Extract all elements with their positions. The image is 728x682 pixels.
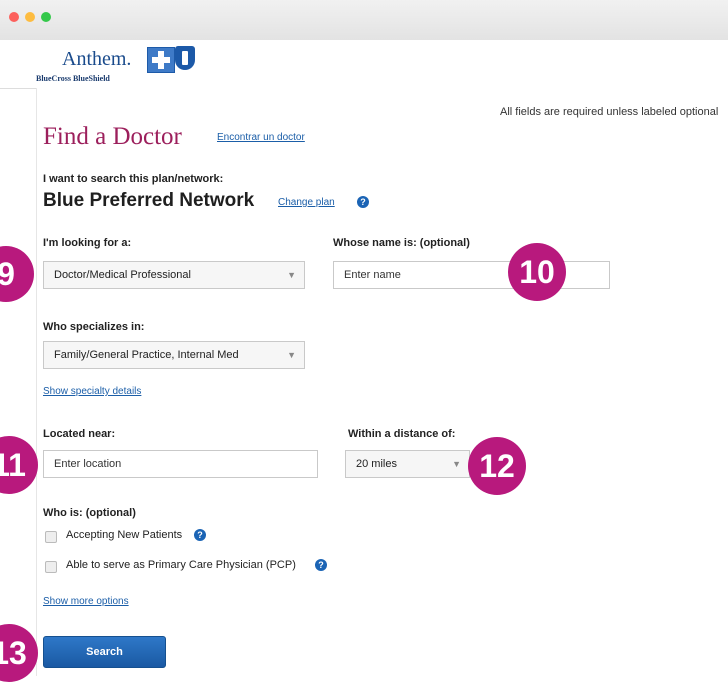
- window-titlebar: [0, 0, 728, 41]
- help-icon[interactable]: ?: [315, 559, 327, 571]
- show-more-options-link[interactable]: Show more options: [43, 596, 129, 607]
- brand-name: Anthem.: [62, 48, 132, 70]
- distance-label: Within a distance of:: [348, 428, 456, 440]
- location-label: Located near:: [43, 428, 116, 440]
- search-button[interactable]: Search: [43, 636, 166, 668]
- show-specialty-details-link[interactable]: Show specialty details: [43, 386, 141, 397]
- step-badge-12: 12: [468, 437, 526, 495]
- chevron-down-icon: ▼: [452, 459, 461, 469]
- plan-label: I want to search this plan/network:: [43, 173, 224, 185]
- step-badge-11: 11: [0, 436, 38, 494]
- pcp-label: Able to serve as Primary Care Physician …: [66, 559, 296, 571]
- page-title: Find a Doctor: [43, 123, 182, 150]
- looking-for-label: I'm looking for a:: [43, 237, 132, 249]
- provider-type-value: Doctor/Medical Professional: [54, 269, 191, 281]
- step-badge-13: 13: [0, 624, 38, 682]
- help-icon[interactable]: ?: [357, 196, 369, 208]
- browser-window: Anthem. BlueCross BlueShield All fields …: [0, 0, 728, 682]
- provider-type-select[interactable]: Doctor/Medical Professional ▼: [43, 261, 305, 289]
- site-header: Anthem. BlueCross BlueShield: [0, 40, 728, 89]
- accepting-new-patients-checkbox[interactable]: [45, 531, 57, 543]
- plan-name: Blue Preferred Network: [43, 190, 255, 211]
- blue-cross-logo-icon: [147, 47, 175, 73]
- help-icon[interactable]: ?: [194, 529, 206, 541]
- step-badge-9: 9: [0, 246, 34, 302]
- step-badge-10: 10: [508, 243, 566, 301]
- chevron-down-icon: ▼: [287, 270, 296, 280]
- distance-value: 20 miles: [356, 458, 397, 470]
- brand-subtitle: BlueCross BlueShield: [36, 74, 110, 83]
- spanish-language-link[interactable]: Encontrar un doctor: [217, 132, 305, 143]
- chevron-down-icon: ▼: [287, 350, 296, 360]
- pcp-checkbox[interactable]: [45, 561, 57, 573]
- location-input[interactable]: Enter location: [43, 450, 318, 478]
- specialty-value: Family/General Practice, Internal Med: [54, 349, 239, 361]
- minimize-window-icon[interactable]: [25, 12, 35, 22]
- blue-shield-logo-icon: [175, 46, 195, 70]
- maximize-window-icon[interactable]: [41, 12, 51, 22]
- change-plan-link[interactable]: Change plan: [278, 197, 335, 208]
- who-is-label: Who is: (optional): [43, 507, 136, 519]
- specialty-select[interactable]: Family/General Practice, Internal Med ▼: [43, 341, 305, 369]
- name-label: Whose name is: (optional): [333, 237, 470, 249]
- accepting-new-patients-label: Accepting New Patients: [66, 529, 183, 541]
- required-notice: All fields are required unless labeled o…: [500, 106, 719, 118]
- close-window-icon[interactable]: [9, 12, 19, 22]
- distance-select[interactable]: 20 miles ▼: [345, 450, 470, 478]
- name-input[interactable]: Enter name: [333, 261, 610, 289]
- specialty-label: Who specializes in:: [43, 321, 145, 333]
